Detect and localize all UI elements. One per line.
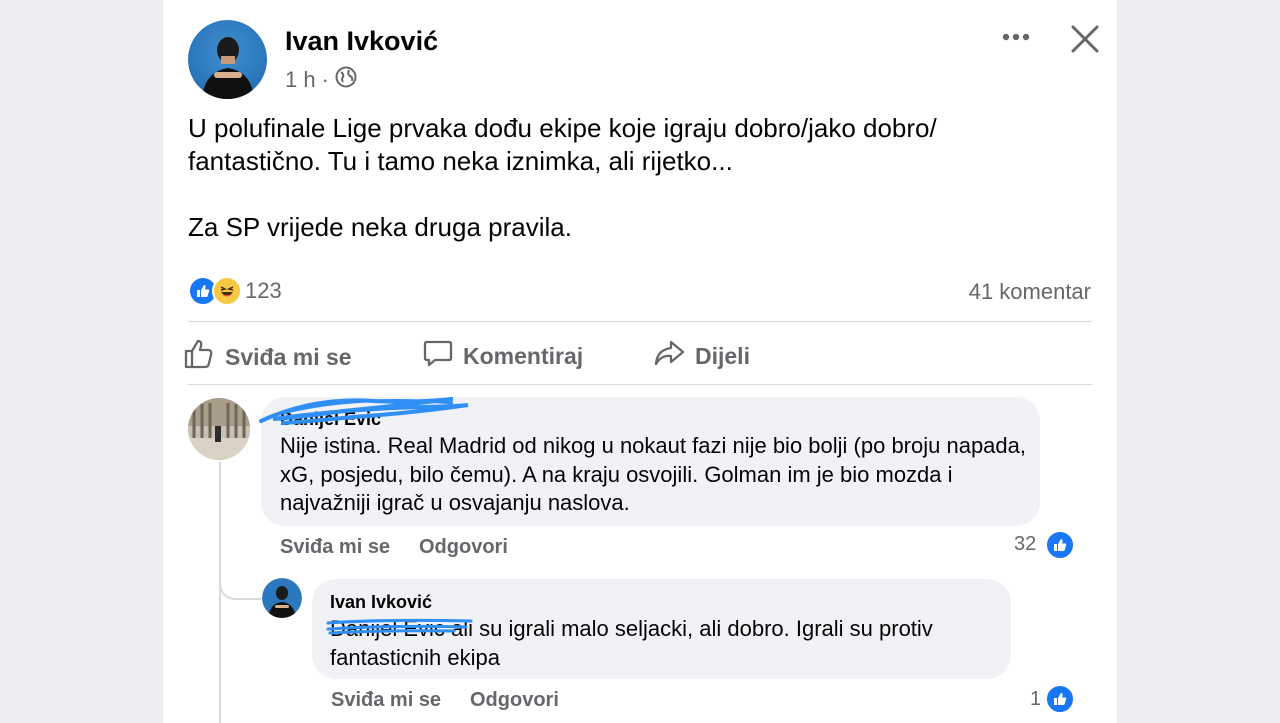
comment-count[interactable]: 41 komentar xyxy=(969,279,1091,305)
reply-reply-link[interactable]: Odgovori xyxy=(470,689,559,712)
comment-reply-link[interactable]: Odgovori xyxy=(419,536,508,559)
post-body: U polufinale Lige prvaka dođu ekipe koje… xyxy=(188,112,1068,244)
thumbs-up-icon xyxy=(183,338,215,376)
post-meta: 1 h · xyxy=(285,66,357,94)
reply-connector xyxy=(219,576,261,600)
post-author-name[interactable]: Ivan Ivković xyxy=(285,26,438,57)
like-reaction-icon xyxy=(1045,684,1075,714)
comment-text: Nije istina. Real Madrid od nikog u noka… xyxy=(280,433,1027,515)
speech-bubble-icon xyxy=(423,338,453,374)
divider xyxy=(188,384,1092,385)
post-paragraph: Za SP vrijede neka druga pravila. xyxy=(188,212,572,242)
reaction-summary[interactable] xyxy=(188,276,242,306)
reply-author-name[interactable]: Ivan Ivković xyxy=(330,592,432,613)
post-time[interactable]: 1 h xyxy=(285,67,316,93)
share-button-label: Dijeli xyxy=(695,342,750,369)
close-icon[interactable] xyxy=(1068,22,1102,56)
reply-author-avatar[interactable] xyxy=(262,578,302,618)
post-paragraph: U polufinale Lige prvaka dođu ekipe koje… xyxy=(188,113,937,176)
post-card: Ivan Ivković 1 h · U polufinale Lige prv… xyxy=(163,0,1117,723)
more-options-icon[interactable] xyxy=(1001,22,1031,52)
comment-button[interactable]: Komentiraj xyxy=(423,338,583,374)
reaction-count[interactable]: 123 xyxy=(245,278,282,304)
comment-button-label: Komentiraj xyxy=(463,342,584,369)
commenter-avatar[interactable] xyxy=(188,398,250,460)
meta-dot: · xyxy=(321,67,329,92)
share-button[interactable]: Dijeli xyxy=(653,338,750,374)
redaction-scribble xyxy=(326,618,473,635)
reply-like-link[interactable]: Sviđa mi se xyxy=(331,689,441,712)
like-button-label: Sviđa mi se xyxy=(225,343,352,370)
redaction-scribble xyxy=(259,397,469,425)
like-reaction-icon xyxy=(1045,530,1075,560)
globe-icon xyxy=(335,66,357,94)
divider xyxy=(188,321,1092,322)
comment-bubble: Danijel Evic Nije istina. Real Madrid od… xyxy=(259,397,1040,526)
share-arrow-icon xyxy=(653,338,685,374)
reply-bubble: Ivan Ivković Danijel Evic ali su igrali … xyxy=(312,579,1011,679)
like-button[interactable]: Sviđa mi se xyxy=(183,338,352,376)
reply-like-count[interactable]: 1 xyxy=(1030,688,1041,711)
author-avatar[interactable] xyxy=(188,20,267,99)
haha-reaction-icon xyxy=(212,276,242,306)
comment-like-link[interactable]: Sviđa mi se xyxy=(280,536,390,559)
comment-like-count[interactable]: 32 xyxy=(1014,533,1036,556)
